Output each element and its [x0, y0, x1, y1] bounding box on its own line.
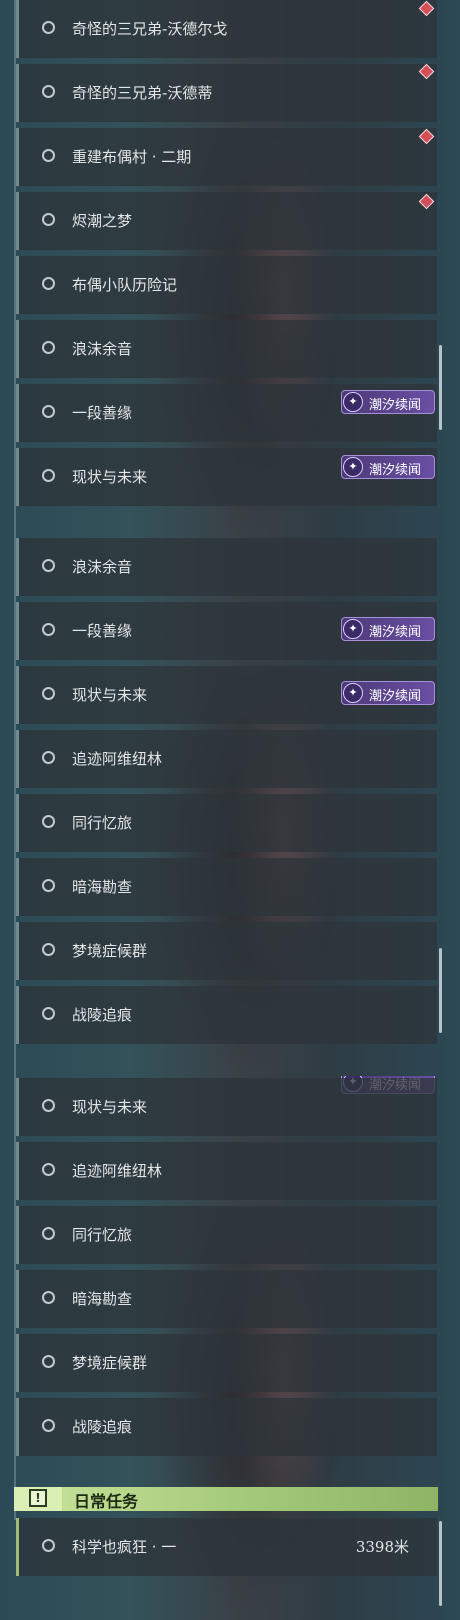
quest-row[interactable]: 重建布偶村 · 二期: [16, 128, 437, 186]
quest-label: 浪沫余音: [72, 558, 133, 576]
badge-text: 潮汐续闻: [369, 689, 422, 704]
quest-list-screen-1: 奇怪的三兄弟-沃德尔戈 奇怪的三兄弟-沃德蒂 重建布偶村 · 二期 烬潮之梦 布…: [0, 0, 460, 538]
radio-circle-icon[interactable]: [42, 751, 55, 764]
radio-circle-icon[interactable]: [42, 21, 55, 34]
quest-label: 奇怪的三兄弟-沃德尔戈: [72, 20, 228, 38]
quest-label: 现状与未来: [72, 468, 148, 486]
quest-row[interactable]: 浪沫余音: [16, 320, 437, 378]
quest-row[interactable]: 追迹阿维纽林: [16, 730, 437, 788]
quest-row[interactable]: 梦境症候群: [16, 1334, 437, 1392]
quest-label: 战陵追痕: [72, 1006, 133, 1024]
quest-row[interactable]: 现状与未来: [16, 1078, 437, 1136]
quest-row[interactable]: 战陵追痕: [16, 986, 437, 1044]
quest-row[interactable]: 同行忆旅: [16, 1206, 437, 1264]
scrollbar-thumb[interactable]: [439, 345, 442, 430]
quest-label: 追迹阿维纽林: [72, 750, 163, 768]
tide-sparkle-icon: ✦: [343, 457, 363, 477]
exclamation-icon: !: [29, 1489, 47, 1507]
radio-circle-icon[interactable]: [42, 559, 55, 572]
quest-row[interactable]: 奇怪的三兄弟-沃德尔戈: [16, 0, 437, 58]
quest-label: 烬潮之梦: [72, 212, 133, 230]
quest-label: 同行忆旅: [72, 814, 133, 832]
radio-circle-icon[interactable]: [42, 469, 55, 482]
quest-label: 暗海勘查: [72, 1290, 133, 1308]
radio-circle-icon[interactable]: [42, 1227, 55, 1240]
quest-row[interactable]: 追迹阿维纽林: [16, 1142, 437, 1200]
tide-badge: ✦ 潮汐续闻: [341, 455, 435, 479]
quest-label: 重建布偶村 · 二期: [72, 148, 192, 166]
quest-label: 科学也疯狂 · 一: [72, 1538, 177, 1556]
quest-label: 一段善缘: [72, 404, 133, 422]
radio-circle-icon[interactable]: [42, 213, 55, 226]
section-title: 日常任务: [74, 1492, 139, 1511]
quest-row[interactable]: 暗海勘查: [16, 858, 437, 916]
radio-circle-icon[interactable]: [42, 943, 55, 956]
quest-row[interactable]: 布偶小队历险记: [16, 256, 437, 314]
badge-text: 潮汐续闻: [369, 625, 422, 640]
quest-row[interactable]: 暗海勘查: [16, 1270, 437, 1328]
radio-circle-icon[interactable]: [42, 687, 55, 700]
quest-list-screen-3: ✦ 潮汐续闻 现状与未来 追迹阿维纽林 同行忆旅 暗海勘查 梦境症候群 战陵追痕…: [0, 1076, 460, 1620]
quest-label: 梦境症候群: [72, 1354, 148, 1372]
tide-badge: ✦ 潮汐续闻: [341, 681, 435, 705]
radio-circle-icon[interactable]: [42, 815, 55, 828]
quest-label: 布偶小队历险记: [72, 276, 178, 294]
scrollbar-thumb[interactable]: [439, 1521, 442, 1606]
radio-circle-icon[interactable]: [42, 149, 55, 162]
badge-text: 潮汐续闻: [369, 463, 422, 478]
tide-sparkle-icon: ✦: [343, 392, 363, 412]
quest-label: 追迹阿维纽林: [72, 1162, 163, 1180]
quest-row[interactable]: 浪沫余音: [16, 538, 437, 596]
radio-circle-icon[interactable]: [42, 277, 55, 290]
quest-label: 暗海勘查: [72, 878, 133, 896]
radio-circle-icon[interactable]: [42, 1163, 55, 1176]
tide-sparkle-icon: ✦: [343, 619, 363, 639]
scrollbar-thumb[interactable]: [439, 948, 442, 1033]
radio-circle-icon[interactable]: [42, 879, 55, 892]
radio-circle-icon[interactable]: [42, 1419, 55, 1432]
radio-circle-icon[interactable]: [42, 1291, 55, 1304]
quest-label: 奇怪的三兄弟-沃德蒂: [72, 84, 213, 102]
quest-label: 一段善缘: [72, 622, 133, 640]
quest-label: 现状与未来: [72, 686, 148, 704]
quest-label: 同行忆旅: [72, 1226, 133, 1244]
quest-row[interactable]: 同行忆旅: [16, 794, 437, 852]
tide-badge: ✦ 潮汐续闻: [341, 617, 435, 641]
daily-quest-header[interactable]: ! 日常任务: [14, 1487, 438, 1511]
radio-circle-icon[interactable]: [42, 1099, 55, 1112]
quest-distance: 3398米: [355, 1538, 409, 1556]
radio-circle-icon[interactable]: [42, 623, 55, 636]
radio-circle-icon[interactable]: [42, 1007, 55, 1020]
radio-circle-icon[interactable]: [42, 85, 55, 98]
tide-sparkle-icon: ✦: [343, 683, 363, 703]
quest-list-screen-2: 浪沫余音 一段善缘 ✦ 潮汐续闻 现状与未来 ✦ 潮汐续闻 追迹阿维纽林 同行忆…: [0, 538, 460, 1076]
radio-circle-icon[interactable]: [42, 405, 55, 418]
tide-badge: ✦ 潮汐续闻: [341, 390, 435, 414]
radio-circle-icon[interactable]: [42, 1539, 55, 1552]
quest-label: 战陵追痕: [72, 1418, 133, 1436]
quest-label: 梦境症候群: [72, 942, 148, 960]
badge-text: 潮汐续闻: [369, 398, 422, 413]
quest-row[interactable]: 奇怪的三兄弟-沃德蒂: [16, 64, 437, 122]
radio-circle-icon[interactable]: [42, 1355, 55, 1368]
daily-quest-row[interactable]: 科学也疯狂 · 一 3398米: [16, 1518, 437, 1576]
quest-row[interactable]: 战陵追痕: [16, 1398, 437, 1456]
quest-label: 浪沫余音: [72, 340, 133, 358]
quest-label: 现状与未来: [72, 1098, 148, 1116]
quest-row[interactable]: 梦境症候群: [16, 922, 437, 980]
quest-row[interactable]: 烬潮之梦: [16, 192, 437, 250]
radio-circle-icon[interactable]: [42, 341, 55, 354]
